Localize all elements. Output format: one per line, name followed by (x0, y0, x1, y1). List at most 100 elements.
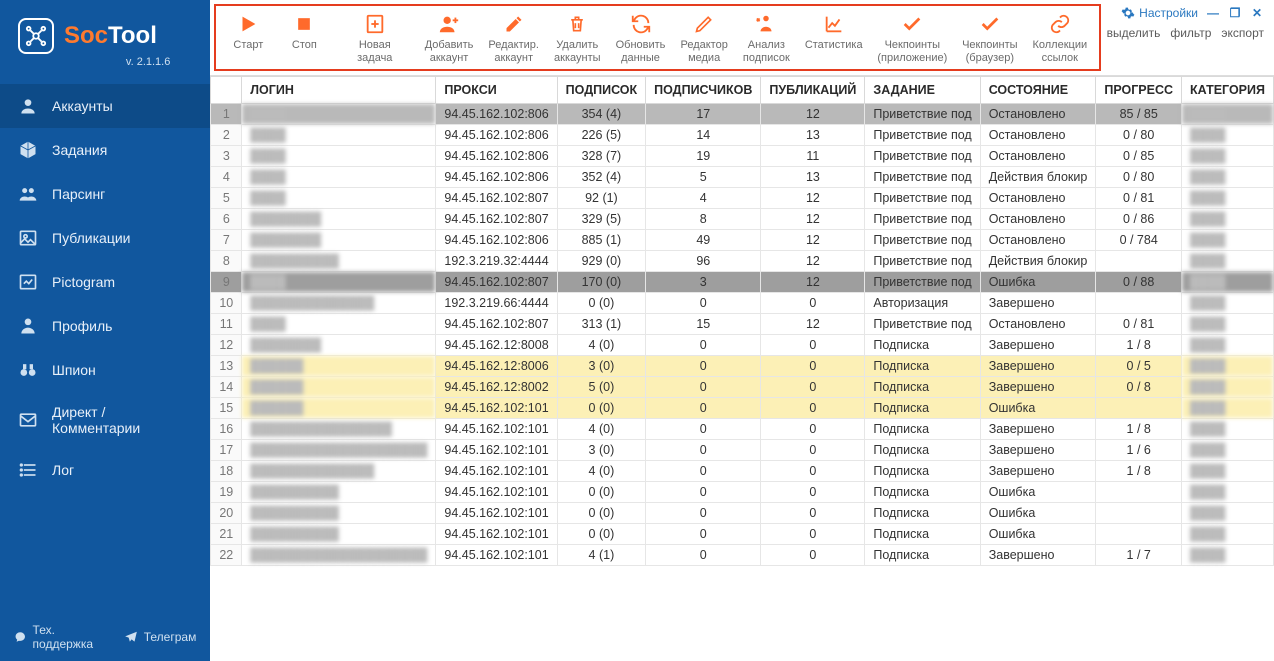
cell-rownum: 12 (211, 335, 242, 356)
sidebar-item-1[interactable]: Задания (0, 128, 210, 172)
sidebar-item-5[interactable]: Профиль (0, 304, 210, 348)
cell-proxy: 94.45.162.102:101 (436, 545, 557, 566)
table-row[interactable]: 4████94.45.162.102:806352 (4)513Приветст… (211, 167, 1274, 188)
col-rownum[interactable] (211, 77, 242, 104)
cell-pub: 12 (761, 251, 865, 272)
toolbar-label: Новая задача (340, 39, 409, 65)
col-header-2[interactable]: ПОДПИСОК (557, 77, 645, 104)
table-row[interactable]: 19██████████94.45.162.102:1010 (0)00Подп… (211, 482, 1274, 503)
add-user-icon (437, 12, 461, 36)
toolbar-label: Анализ подписок (743, 39, 790, 65)
toolbar-check-button[interactable]: Чекпоинты (браузер) (955, 10, 1025, 67)
table-row[interactable]: 17████████████████████94.45.162.102:1013… (211, 440, 1274, 461)
settings-link[interactable]: Настройки (1121, 6, 1198, 20)
toolbar-stats-button[interactable]: Статистика (797, 10, 870, 67)
grid[interactable]: ЛОГИНПРОКСИПОДПИСОКПОДПИСЧИКОВПУБЛИКАЦИЙ… (210, 76, 1274, 661)
toolbar-add-user-button[interactable]: Добавить аккаунт (417, 10, 481, 67)
select-link[interactable]: выделить (1107, 26, 1161, 40)
image-icon (18, 228, 38, 248)
table-row[interactable]: 20██████████94.45.162.102:1010 (0)00Подп… (211, 503, 1274, 524)
sidebar-item-0[interactable]: Аккаунты (0, 84, 210, 128)
toolbar-label: Обновить данные (616, 39, 666, 65)
window-controls: Настройки — ❐ ✕ (1121, 6, 1264, 20)
table-row[interactable]: 1████94.45.162.102:806354 (4)1712Приветс… (211, 104, 1274, 125)
toolbar: СтартСтопНовая задачаДобавить аккаунтРед… (214, 4, 1100, 71)
sidebar-item-3[interactable]: Публикации (0, 216, 210, 260)
maximize-button[interactable]: ❐ (1228, 6, 1242, 20)
stats-icon (822, 12, 846, 36)
table-row[interactable]: 18██████████████94.45.162.102:1014 (0)00… (211, 461, 1274, 482)
cell-rownum: 13 (211, 356, 242, 377)
toolbar-analyze-button[interactable]: Анализ подписок (735, 10, 797, 67)
table-row[interactable]: 2████94.45.162.102:806226 (5)1413Приветс… (211, 125, 1274, 146)
pictogram-icon (18, 272, 38, 292)
cell-pub: 0 (761, 440, 865, 461)
table-row[interactable]: 14██████94.45.162.12:80025 (0)00Подписка… (211, 377, 1274, 398)
table-row[interactable]: 22████████████████████94.45.162.102:1014… (211, 545, 1274, 566)
table-row[interactable]: 10██████████████192.3.219.66:44440 (0)00… (211, 293, 1274, 314)
toolbar-new-task-button[interactable]: Новая задача (332, 10, 417, 67)
cell-foll: 0 (646, 377, 761, 398)
cell-pub: 12 (761, 230, 865, 251)
toolbar-pencil-button[interactable]: Редактор медиа (673, 10, 735, 67)
toolbar-play-button[interactable]: Старт (220, 10, 276, 67)
sidebar-item-8[interactable]: Лог (0, 448, 210, 492)
cell-state: Действия блокир (980, 251, 1096, 272)
telegram-link[interactable]: Телеграм (124, 623, 197, 651)
col-header-4[interactable]: ПУБЛИКАЦИЙ (761, 77, 865, 104)
table-row[interactable]: 6████████94.45.162.102:807329 (5)812Прив… (211, 209, 1274, 230)
cell-category: ████ (1182, 146, 1274, 167)
export-link[interactable]: экспорт (1221, 26, 1264, 40)
sidebar-item-2[interactable]: Парсинг (0, 172, 210, 216)
cell-task: Подписка (865, 356, 980, 377)
cell-sub: 226 (5) (557, 125, 645, 146)
toolbar-refresh-button[interactable]: Обновить данные (608, 10, 673, 67)
table-row[interactable]: 13██████94.45.162.12:80063 (0)00Подписка… (211, 356, 1274, 377)
cell-rownum: 18 (211, 461, 242, 482)
cell-progress (1096, 503, 1182, 524)
cell-pub: 11 (761, 146, 865, 167)
table-row[interactable]: 5████94.45.162.102:80792 (1)412Приветств… (211, 188, 1274, 209)
user-icon (18, 96, 38, 116)
sidebar-item-6[interactable]: Шпион (0, 348, 210, 392)
support-link[interactable]: Тех. поддержка (14, 623, 110, 651)
table-row[interactable]: 16████████████████94.45.162.102:1014 (0)… (211, 419, 1274, 440)
cell-pub: 0 (761, 377, 865, 398)
table-row[interactable]: 9████94.45.162.102:807170 (0)312Приветст… (211, 272, 1274, 293)
table-row[interactable]: 3████94.45.162.102:806328 (7)1911Приветс… (211, 146, 1274, 167)
close-button[interactable]: ✕ (1250, 6, 1264, 20)
table-row[interactable]: 8██████████192.3.219.32:4444929 (0)9612П… (211, 251, 1274, 272)
col-header-6[interactable]: СОСТОЯНИЕ (980, 77, 1096, 104)
cell-login: ████ (242, 314, 436, 335)
cell-login: ████ (242, 125, 436, 146)
toolbar-edit-button[interactable]: Редактир. аккаунт (481, 10, 547, 67)
toolbar-stop-button[interactable]: Стоп (276, 10, 332, 67)
binoculars-icon (18, 360, 38, 380)
col-header-0[interactable]: ЛОГИН (242, 77, 436, 104)
toolbar-label: Статистика (805, 39, 863, 52)
col-header-1[interactable]: ПРОКСИ (436, 77, 557, 104)
col-header-8[interactable]: КАТЕГОРИЯ (1182, 77, 1274, 104)
table-row[interactable]: 11████94.45.162.102:807313 (1)1512Привет… (211, 314, 1274, 335)
filter-link[interactable]: фильтр (1170, 26, 1211, 40)
toolbar-check-button[interactable]: Чекпоинты (приложение) (870, 10, 955, 67)
sidebar-item-4[interactable]: Pictogram (0, 260, 210, 304)
cell-progress (1096, 524, 1182, 545)
col-header-3[interactable]: ПОДПИСЧИКОВ (646, 77, 761, 104)
table-row[interactable]: 7████████94.45.162.102:806885 (1)4912При… (211, 230, 1274, 251)
sidebar-item-label: Парсинг (52, 186, 105, 202)
col-header-5[interactable]: ЗАДАНИЕ (865, 77, 980, 104)
minimize-button[interactable]: — (1206, 6, 1220, 20)
toolbar-delete-button[interactable]: Удалить аккаунты (546, 10, 608, 67)
toolbar-link-button[interactable]: Коллекции ссылок (1025, 10, 1095, 67)
cell-login: ██████████ (242, 524, 436, 545)
table-row[interactable]: 12████████94.45.162.12:80084 (0)00Подпис… (211, 335, 1274, 356)
table-row[interactable]: 21██████████94.45.162.102:1010 (0)00Подп… (211, 524, 1274, 545)
cell-sub: 929 (0) (557, 251, 645, 272)
cell-state: Ошибка (980, 398, 1096, 419)
table-row[interactable]: 15██████94.45.162.102:1010 (0)00Подписка… (211, 398, 1274, 419)
col-header-7[interactable]: ПРОГРЕСС (1096, 77, 1182, 104)
sidebar-item-7[interactable]: Директ / Комментарии (0, 392, 210, 448)
cell-proxy: 94.45.162.12:8002 (436, 377, 557, 398)
cell-proxy: 94.45.162.102:806 (436, 146, 557, 167)
